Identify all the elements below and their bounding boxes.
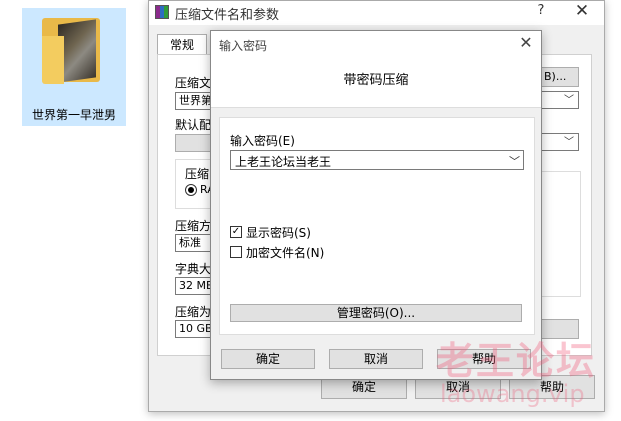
archive-name-combo[interactable]: ﹀ [541,91,579,109]
password-cancel-button[interactable]: 取消 [329,349,423,369]
dict-size-select[interactable]: 32 MB [175,277,215,295]
checkmark-icon: ✓ [231,226,241,237]
encrypt-filenames-label: 加密文件名(N) [246,246,325,260]
help-icon[interactable]: ? [531,3,551,23]
chevron-down-icon: ﹀ [564,137,574,148]
folder-icon-front [42,36,64,84]
main-dialog-title: 压缩文件名和参数 [175,8,280,23]
password-titlebar: 输入密码 ✕ [211,31,541,57]
encrypt-filenames-checkbox[interactable] [230,246,242,258]
format-radio[interactable] [185,184,197,196]
password-ok-button[interactable]: 确定 [221,349,315,369]
format-label: 压缩 [185,167,210,181]
profiles-button[interactable] [175,134,215,152]
password-heading: 带密码压缩 [343,73,409,88]
show-password-checkbox[interactable]: ✓ [230,226,242,238]
folder-label: 世界第一早泄男 [31,108,116,122]
password-dialog-title: 输入密码 [219,39,268,53]
method-select[interactable]: 标准 [175,234,215,252]
close-icon[interactable]: ✕ [515,33,537,55]
browse-button[interactable]: B)... [541,67,579,87]
split-label: 压缩为 [175,305,212,319]
manage-passwords-button[interactable]: 管理密码(O)... [230,304,522,322]
tab-general[interactable]: 常规 [157,34,207,55]
radio-dot-icon [188,187,194,193]
password-dialog: 输入密码 ✕ 带密码压缩 输入密码(E) 上老王论坛当老王 ﹀ ✓ 显示密码(S… [210,30,542,380]
chevron-down-icon: ﹀ [564,95,574,106]
winrar-icon [155,5,169,19]
split-select[interactable]: 10 GB [175,320,215,338]
password-input[interactable]: 上老王论坛当老王 ﹀ [230,150,524,170]
password-group: 输入密码(E) 上老王论坛当老王 ﹀ ✓ 显示密码(S) 加密文件名(N) 管理… [219,117,535,335]
password-header: 带密码压缩 [211,57,541,108]
chevron-down-icon[interactable]: ﹀ [509,153,520,169]
method-label: 压缩方 [175,219,212,233]
watermark-url: laowang.vip [440,380,585,408]
password-input-value: 上老王论坛当老王 [235,155,332,169]
main-titlebar: 压缩文件名和参数 ? ✕ [149,1,604,25]
options-group [541,171,581,297]
archive-name-input[interactable]: 世界第 [175,92,215,110]
dict-size-label: 字典大 [175,262,212,276]
watermark-title: 老王论坛 [436,339,597,383]
desktop-folder-item[interactable]: 世界第一早泄男 [22,8,126,126]
update-mode-combo[interactable]: ﹀ [541,133,579,151]
show-password-label: 显示密码(S) [246,226,311,240]
close-icon[interactable]: ✕ [570,1,594,23]
archive-name-label: 压缩文 [175,76,212,90]
password-input-label: 输入密码(E) [230,134,295,148]
default-profile-label: 默认配 [175,118,212,132]
